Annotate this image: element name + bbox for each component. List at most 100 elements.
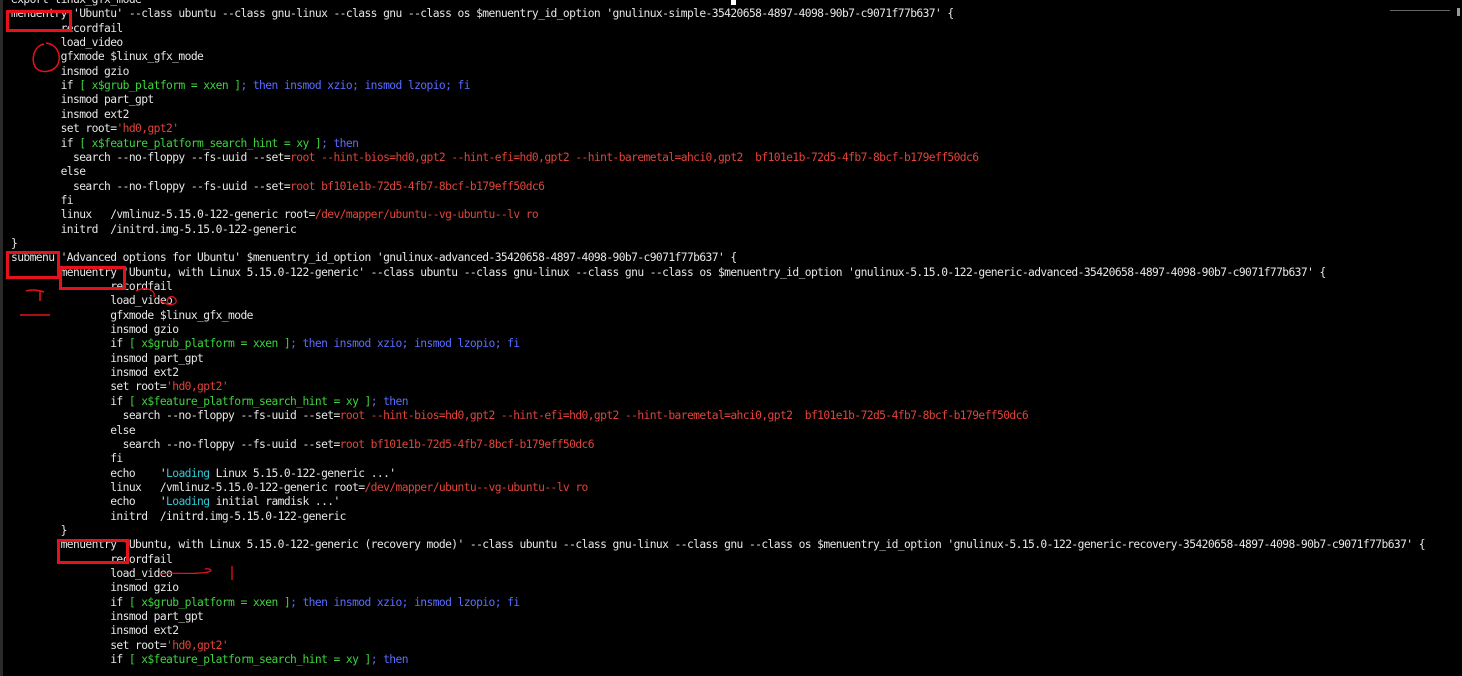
terminal-text-segment: ; then bbox=[370, 394, 409, 408]
terminal-line: insmod ext2 bbox=[11, 624, 179, 638]
terminal-text-segment: gfxmode $linux_gfx_mode bbox=[11, 50, 204, 64]
terminal-line: fi bbox=[11, 193, 74, 208]
terminal-text-segment: set root= bbox=[11, 122, 117, 136]
terminal-line: linux /vmlinuz-5.15.0-122-generic root=/… bbox=[11, 481, 588, 495]
scrollbar-thumb[interactable] bbox=[1457, 8, 1460, 16]
terminal-text-segment: search --no-floppy --fs-uuid --set= bbox=[11, 150, 291, 164]
terminal-line: gfxmode $linux_gfx_mode bbox=[11, 309, 253, 323]
terminal-text-segment: ; then bbox=[370, 653, 409, 667]
terminal-cursor bbox=[731, 0, 736, 5]
terminal-text-segment: 'hd0,gpt2' bbox=[116, 122, 179, 136]
scrollbar[interactable] bbox=[1450, 0, 1462, 676]
terminal-text-segment: initial ramdisk ...' bbox=[209, 495, 341, 509]
terminal-text-segment: load_video bbox=[11, 36, 124, 50]
terminal-text-segment: fi bbox=[11, 193, 74, 207]
terminal-text-segment: menuentry 'Ubuntu, with Linux 5.15.0-122… bbox=[11, 538, 1426, 552]
terminal-text-segment: search --no-floppy --fs-uuid --set= bbox=[11, 179, 291, 193]
terminal-text-segment: [ x$feature_platform_search_hint = xy ] bbox=[128, 653, 371, 667]
terminal-line: load_video bbox=[11, 567, 173, 581]
terminal-text-segment: linux /vmlinuz-5.15.0-122-generic root= bbox=[11, 208, 316, 222]
terminal-line: if [ x$grub_platform = xxen ]; then insm… bbox=[11, 79, 471, 93]
terminal-text-segment: fi bbox=[11, 452, 123, 466]
terminal-text-segment: if bbox=[11, 595, 129, 609]
terminal-text-segment: [ x$feature_platform_search_hint = xy ] bbox=[79, 136, 322, 150]
terminal-text-segment: search --no-floppy --fs-uuid --set= bbox=[11, 409, 341, 423]
terminal-text-segment: ; then insmod xzio; insmod lzopio; fi bbox=[240, 79, 470, 93]
terminal-text-segment: Loading bbox=[166, 466, 210, 480]
terminal-line: echo 'Loading Linux 5.15.0-122-generic .… bbox=[11, 467, 396, 481]
terminal-text-segment: ; then bbox=[321, 136, 359, 150]
terminal-line: set root='hd0,gpt2' bbox=[11, 380, 228, 394]
terminal-text-segment: /dev/mapper/ubuntu--vg-ubuntu--lv ro bbox=[314, 208, 539, 222]
terminal-line: menuentry 'Ubuntu' --class ubuntu --clas… bbox=[11, 7, 954, 21]
terminal-text-segment: else bbox=[11, 423, 136, 437]
terminal-line: if [ x$feature_platform_search_hint = xy… bbox=[11, 653, 408, 667]
terminal-text-segment: } bbox=[11, 236, 18, 250]
terminal-text-segment: root bf101e1b-72d5-4fb7-8bcf-b179eff50dc… bbox=[339, 437, 595, 451]
terminal-line: search --no-floppy --fs-uuid --set=root … bbox=[11, 179, 545, 194]
terminal-text-segment: insmod ext2 bbox=[11, 107, 130, 121]
terminal-line: insmod part_gpt bbox=[11, 610, 204, 624]
terminal-text-segment: [ x$grub_platform = xxen ] bbox=[79, 79, 241, 93]
terminal-text-segment: if bbox=[11, 653, 129, 667]
terminal-text-segment: insmod part_gpt bbox=[11, 93, 155, 107]
terminal-line: insmod part_gpt bbox=[11, 351, 204, 366]
terminal-line: initrd /initrd.img-5.15.0-122-generic bbox=[11, 510, 346, 524]
annotation-box-submenu bbox=[6, 251, 60, 279]
terminal-line: search --no-floppy --fs-uuid --set=root … bbox=[11, 437, 595, 452]
terminal-text-segment: Loading bbox=[166, 495, 210, 509]
terminal-line: } bbox=[11, 523, 68, 538]
annotation-box-menuentry-2 bbox=[59, 266, 126, 290]
terminal-line: insmod gzio bbox=[11, 323, 179, 337]
terminal-line: else bbox=[11, 424, 135, 438]
terminal-text-segment: if bbox=[11, 136, 80, 150]
terminal-text-segment: root --hint-bios=hd0,gpt2 --hint-efi=hd0… bbox=[290, 150, 979, 164]
terminal-line: gfxmode $linux_gfx_mode bbox=[11, 50, 204, 64]
terminal-line: submenu 'Advanced options for Ubuntu' $m… bbox=[11, 251, 737, 265]
terminal-line: search --no-floppy --fs-uuid --set=root … bbox=[11, 409, 1029, 423]
terminal-text-segment: root --hint-bios=hd0,gpt2 --hint-efi=hd0… bbox=[339, 409, 1029, 423]
terminal-text-segment: insmod ext2 bbox=[11, 366, 179, 380]
annotation-box-menuentry-1 bbox=[6, 10, 72, 32]
terminal-text-segment: 'hd0,gpt2' bbox=[166, 638, 229, 652]
terminal-text-segment: root bf101e1b-72d5-4fb7-8bcf-b179eff50dc… bbox=[290, 179, 545, 193]
terminal-line: insmod gzio bbox=[11, 64, 130, 79]
terminal-line: menuentry 'Ubuntu, with Linux 5.15.0-122… bbox=[11, 538, 1426, 552]
terminal-line: search --no-floppy --fs-uuid --set=root … bbox=[11, 150, 979, 165]
terminal-left-edge bbox=[0, 0, 3, 676]
terminal-line: load_video bbox=[11, 294, 173, 308]
terminal-line: insmod gzio bbox=[11, 581, 179, 595]
terminal-line: insmod ext2 bbox=[11, 107, 130, 122]
terminal-text-segment: if bbox=[11, 394, 129, 408]
terminal-line: set root='hd0,gpt2' bbox=[11, 122, 179, 136]
terminal-text-segment: [ x$grub_platform = xxen ] bbox=[128, 595, 291, 609]
terminal-line: if [ x$feature_platform_search_hint = xy… bbox=[11, 136, 359, 151]
terminal-line: if [ x$grub_platform = xxen ]; then insm… bbox=[11, 337, 520, 351]
terminal-text-segment: insmod gzio bbox=[11, 64, 130, 78]
terminal-text-segment: else bbox=[11, 165, 86, 179]
terminal-text-segment: insmod ext2 bbox=[11, 624, 179, 638]
terminal-text-segment: if bbox=[11, 79, 80, 93]
terminal-window[interactable]: export linux_gfx_modemenuentry 'Ubuntu' … bbox=[0, 0, 1462, 676]
terminal-text-segment: [ x$feature_platform_search_hint = xy ] bbox=[128, 394, 371, 408]
terminal-text-segment: echo bbox=[11, 466, 160, 480]
terminal-line: menuentry 'Ubuntu, with Linux 5.15.0-122… bbox=[11, 265, 1327, 280]
terminal-text-segment: search --no-floppy --fs-uuid --set= bbox=[11, 437, 341, 451]
terminal-text-segment: } bbox=[11, 523, 68, 537]
terminal-text-segment: menuentry 'Ubuntu' --class ubuntu --clas… bbox=[11, 7, 954, 21]
terminal-text-segment: linux /vmlinuz-5.15.0-122-generic root= bbox=[11, 480, 365, 494]
terminal-text-segment: insmod part_gpt bbox=[11, 351, 204, 365]
terminal-line: if [ x$grub_platform = xxen ]; then insm… bbox=[11, 596, 520, 610]
terminal-text-segment: menuentry 'Ubuntu, with Linux 5.15.0-122… bbox=[11, 265, 1327, 279]
terminal-text-segment: echo bbox=[11, 495, 160, 509]
terminal-line: initrd /initrd.img-5.15.0-122-generic bbox=[11, 223, 297, 237]
terminal-text-segment: 'hd0,gpt2' bbox=[166, 380, 229, 394]
terminal-text-segment: Linux 5.15.0-122-generic ...' bbox=[209, 466, 396, 480]
terminal-line: set root='hd0,gpt2' bbox=[11, 639, 228, 653]
terminal-text-segment: ; then insmod xzio; insmod lzopio; fi bbox=[290, 595, 520, 609]
terminal-line: echo 'Loading initial ramdisk ...' bbox=[11, 495, 340, 509]
terminal-line: export linux_gfx_mode bbox=[11, 0, 142, 7]
terminal-text-segment: set root= bbox=[11, 638, 167, 652]
terminal-text-segment: insmod part_gpt bbox=[11, 610, 204, 624]
terminal-line: } bbox=[11, 236, 18, 251]
